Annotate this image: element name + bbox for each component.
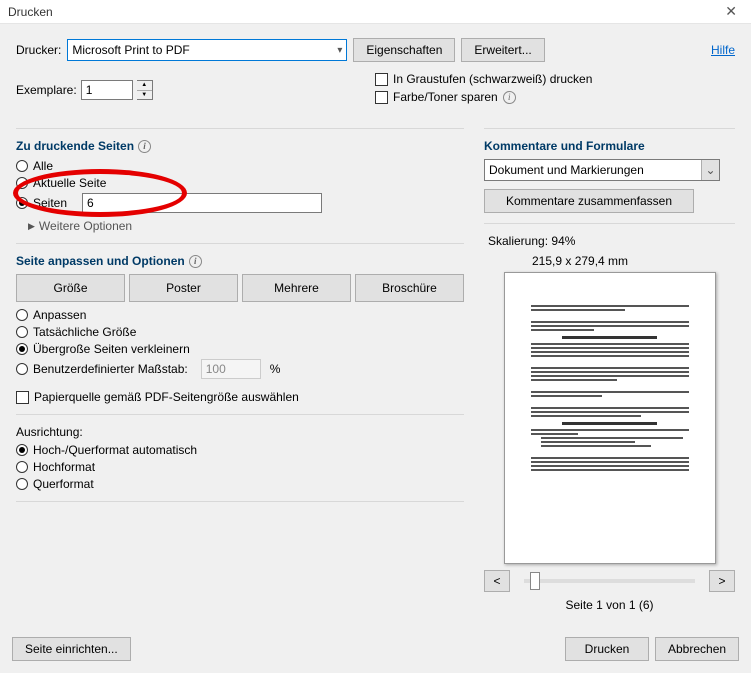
radio-fit[interactable]: Anpassen bbox=[16, 308, 464, 322]
radio-current[interactable]: Aktuelle Seite bbox=[16, 176, 464, 190]
copies-label: Exemplare: bbox=[16, 83, 77, 97]
cancel-button[interactable]: Abbrechen bbox=[655, 637, 739, 661]
window-title: Drucken bbox=[8, 5, 53, 19]
page-slider[interactable] bbox=[524, 579, 695, 583]
next-page-button[interactable]: > bbox=[709, 570, 735, 592]
scaling-label: Skalierung: bbox=[488, 234, 548, 248]
printer-selected: Microsoft Print to PDF bbox=[72, 43, 189, 57]
tab-poster[interactable]: Poster bbox=[129, 274, 238, 302]
copies-input[interactable]: 1 bbox=[81, 80, 133, 100]
tab-booklet[interactable]: Broschüre bbox=[355, 274, 464, 302]
checkbox-icon bbox=[375, 91, 388, 104]
chevron-right-icon: ▶ bbox=[28, 221, 35, 232]
pages-group-title: Zu druckende Seiten bbox=[16, 139, 134, 153]
page-info: Seite 1 von 1 (6) bbox=[484, 598, 735, 612]
savetoner-checkbox[interactable]: Farbe/Toner sparen i bbox=[375, 90, 735, 104]
radio-orient-portrait[interactable]: Hochformat bbox=[16, 460, 464, 474]
tab-size[interactable]: Größe bbox=[16, 274, 125, 302]
grayscale-label: In Graustufen (schwarzweiß) drucken bbox=[393, 72, 592, 86]
tab-multiple[interactable]: Mehrere bbox=[242, 274, 351, 302]
summarize-button[interactable]: Kommentare zusammenfassen bbox=[484, 189, 694, 213]
paper-source-checkbox[interactable]: Papierquelle gemäß PDF-Seitengröße auswä… bbox=[16, 390, 464, 404]
comments-select[interactable]: Dokument und Markierungen bbox=[484, 159, 720, 181]
radio-custom[interactable]: Benutzerdefinierter Maßstab: % bbox=[16, 359, 464, 379]
properties-button[interactable]: Eigenschaften bbox=[353, 38, 455, 62]
printer-select[interactable]: Microsoft Print to PDF bbox=[67, 39, 347, 61]
scaling-value: 94% bbox=[551, 234, 575, 248]
slider-thumb[interactable] bbox=[530, 572, 540, 590]
radio-actual[interactable]: Tatsächliche Größe bbox=[16, 325, 464, 339]
copies-spinner[interactable]: ▲▼ bbox=[137, 80, 153, 100]
preview-dimensions: 215,9 x 279,4 mm bbox=[532, 254, 735, 268]
radio-pages[interactable]: Seiten bbox=[16, 193, 464, 213]
checkbox-icon bbox=[16, 391, 29, 404]
fit-group-title: Seite anpassen und Optionen bbox=[16, 254, 185, 268]
comments-title: Kommentare und Formulare bbox=[484, 139, 735, 153]
radio-orient-auto[interactable]: Hoch-/Querformat automatisch bbox=[16, 443, 464, 457]
advanced-button[interactable]: Erweitert... bbox=[461, 38, 544, 62]
close-icon[interactable]: ✕ bbox=[719, 1, 743, 22]
grayscale-checkbox[interactable]: In Graustufen (schwarzweiß) drucken bbox=[375, 72, 735, 86]
percent-label: % bbox=[270, 362, 281, 376]
prev-page-button[interactable]: < bbox=[484, 570, 510, 592]
info-icon: i bbox=[138, 140, 151, 153]
savetoner-label: Farbe/Toner sparen bbox=[393, 90, 498, 104]
orientation-title: Ausrichtung: bbox=[16, 425, 464, 439]
info-icon: i bbox=[503, 91, 516, 104]
radio-orient-landscape[interactable]: Querformat bbox=[16, 477, 464, 491]
info-icon: i bbox=[189, 255, 202, 268]
preview-page bbox=[504, 272, 716, 564]
paper-source-label: Papierquelle gemäß PDF-Seitengröße auswä… bbox=[34, 390, 299, 404]
page-setup-button[interactable]: Seite einrichten... bbox=[12, 637, 131, 661]
help-link[interactable]: Hilfe bbox=[711, 43, 735, 57]
printer-label: Drucker: bbox=[16, 43, 61, 57]
pages-input[interactable] bbox=[82, 193, 322, 213]
radio-shrink[interactable]: Übergroße Seiten verkleinern bbox=[16, 342, 464, 356]
checkbox-icon bbox=[375, 73, 388, 86]
print-button[interactable]: Drucken bbox=[565, 637, 649, 661]
more-options[interactable]: ▶ Weitere Optionen bbox=[28, 219, 464, 233]
radio-all[interactable]: Alle bbox=[16, 159, 464, 173]
custom-scale-input bbox=[201, 359, 261, 379]
